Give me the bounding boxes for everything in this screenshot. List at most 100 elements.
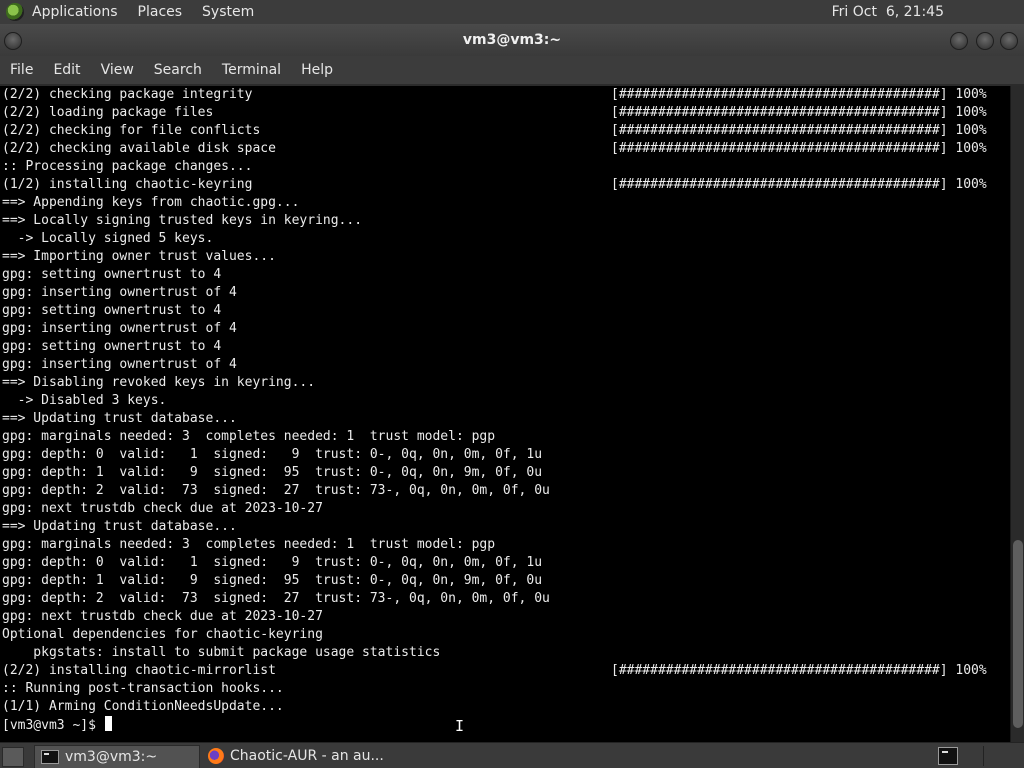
terminal-line: :: Running post-transaction hooks... [0,680,1010,698]
terminal-line-text: gpg: marginals needed: 3 completes neede… [2,429,496,444]
terminal-line: (2/2) checking available disk space [####… [0,140,1010,158]
scrollbar-thumb[interactable] [1013,540,1023,728]
menu-help[interactable]: Help [291,56,343,84]
terminal-line: gpg: next trustdb check due at 2023-10-2… [0,608,1010,626]
applications-menu[interactable]: Applications [32,0,118,24]
terminal-line-text: -> Disabled 3 keys. [2,393,167,408]
progress-bar-text: [#######################################… [611,141,987,156]
taskbar-item-terminal[interactable]: vm3@vm3:~ [34,745,200,768]
prompt-line[interactable]: [vm3@vm3 ~]$ [0,716,1010,734]
terminal-line-text: gpg: depth: 0 valid: 1 signed: 9 trust: … [2,447,543,462]
window-titlebar[interactable]: vm3@vm3:~ [0,24,1024,56]
terminal-line-text: gpg: inserting ownertrust of 4 [2,357,237,372]
terminal-line-text: gpg: setting ownertrust to 4 [2,267,222,282]
shell-prompt: [vm3@vm3 ~]$ [2,718,104,733]
terminal-output[interactable]: (2/2) checking package integrity [#######… [0,86,1010,742]
terminal-line: ==> Importing owner trust values... [0,248,1010,266]
terminal-line: gpg: inserting ownertrust of 4 [0,356,1010,374]
terminal-line: gpg: next trustdb check due at 2023-10-2… [0,500,1010,518]
minimize-button[interactable] [950,32,968,50]
bottom-panel: vm3@vm3:~ Chaotic-AUR - an au... [0,742,1024,768]
menubar: File Edit View Search Terminal Help [0,56,1024,84]
terminal-line-text: gpg: marginals needed: 3 completes neede… [2,537,496,552]
taskbar-item-firefox[interactable]: Chaotic-AUR - an au... [202,745,402,767]
window-title: vm3@vm3:~ [462,32,562,48]
progress-bar-text: [#######################################… [611,663,987,678]
terminal-line-text: (2/2) checking for file conflicts [2,123,261,138]
terminal-line: ==> Locally signing trusted keys in keyr… [0,212,1010,230]
terminal-line-text: pkgstats: install to submit package usag… [2,645,441,660]
clock[interactable]: Fri Oct 6, 21:45 [832,0,944,24]
terminal-line: :: Processing package changes... [0,158,1010,176]
terminal-scrollbar[interactable] [1010,86,1024,742]
menu-view[interactable]: View [91,56,144,84]
terminal-line: gpg: depth: 1 valid: 9 signed: 95 trust:… [0,572,1010,590]
terminal-line-text: (2/2) installing chaotic-mirrorlist [2,663,276,678]
menu-file[interactable]: File [0,56,43,84]
terminal-line: gpg: depth: 1 valid: 9 signed: 95 trust:… [0,464,1010,482]
terminal-line-text: gpg: next trustdb check due at 2023-10-2… [2,501,323,516]
close-button[interactable] [1000,32,1018,50]
terminal-line: gpg: depth: 2 valid: 73 signed: 27 trust… [0,590,1010,608]
distro-logo-icon[interactable] [6,3,24,21]
text-cursor [104,716,112,731]
terminal-line: pkgstats: install to submit package usag… [0,644,1010,662]
terminal-line-text: :: Processing package changes... [2,159,253,174]
terminal-line-text: ==> Disabling revoked keys in keyring... [2,375,316,390]
terminal-line: ==> Disabling revoked keys in keyring... [0,374,1010,392]
terminal-line: gpg: inserting ownertrust of 4 [0,320,1010,338]
terminal-line: -> Locally signed 5 keys. [0,230,1010,248]
terminal-line-text: gpg: next trustdb check due at 2023-10-2… [2,609,323,624]
terminal-line: ==> Updating trust database... [0,518,1010,536]
menu-search[interactable]: Search [144,56,212,84]
terminal-line: (2/2) installing chaotic-mirrorlist [####… [0,662,1010,680]
terminal-line-text: (1/1) Arming ConditionNeedsUpdate... [2,699,284,714]
terminal-line-text: gpg: depth: 1 valid: 9 signed: 95 trust:… [2,573,543,588]
places-menu[interactable]: Places [138,0,183,24]
terminal-line: gpg: depth: 2 valid: 73 signed: 27 trust… [0,482,1010,500]
terminal-line-text: gpg: depth: 1 valid: 9 signed: 95 trust:… [2,465,543,480]
terminal-line-text: (2/2) loading package files [2,105,214,120]
terminal-line: (2/2) checking for file conflicts [######… [0,122,1010,140]
terminal-line: (1/1) Arming ConditionNeedsUpdate... [0,698,1010,716]
window-menu-button[interactable] [4,32,22,50]
terminal-line-text: -> Locally signed 5 keys. [2,231,214,246]
terminal-line-text: gpg: inserting ownertrust of 4 [2,321,237,336]
show-desktop-icon[interactable] [2,747,24,767]
terminal-line-text: gpg: depth: 0 valid: 1 signed: 9 trust: … [2,555,543,570]
terminal-line: gpg: setting ownertrust to 4 [0,338,1010,356]
taskbar-item-label: Chaotic-AUR - an au... [230,748,384,764]
menu-terminal[interactable]: Terminal [212,56,291,84]
menu-edit[interactable]: Edit [43,56,90,84]
ibeam-cursor-icon: I [455,718,464,734]
tray-terminal-icon[interactable] [938,747,958,765]
desktop: Applications Places System Fri Oct 6, 21… [0,0,1024,768]
terminal-line: (2/2) checking package integrity [#######… [0,86,1010,104]
terminal-line: gpg: depth: 0 valid: 1 signed: 9 trust: … [0,554,1010,572]
terminal-line-text: (2/2) checking available disk space [2,141,276,156]
taskbar-item-label: vm3@vm3:~ [65,749,158,765]
maximize-button[interactable] [976,32,994,50]
progress-bar-text: [#######################################… [611,87,987,102]
terminal-line-text: :: Running post-transaction hooks... [2,681,284,696]
terminal-line-text: ==> Updating trust database... [2,411,237,426]
terminal-line-text: ==> Appending keys from chaotic.gpg... [2,195,300,210]
terminal-line: (2/2) loading package files [############… [0,104,1010,122]
terminal-line: Optional dependencies for chaotic-keyrin… [0,626,1010,644]
system-menu[interactable]: System [202,0,254,24]
firefox-icon [208,748,224,764]
progress-bar-text: [#######################################… [611,105,987,120]
terminal-icon [41,750,59,764]
terminal-line: ==> Updating trust database... [0,410,1010,428]
terminal-line-text: gpg: setting ownertrust to 4 [2,303,222,318]
terminal-line: gpg: setting ownertrust to 4 [0,266,1010,284]
top-panel: Applications Places System Fri Oct 6, 21… [0,0,1024,24]
terminal-line-text: Optional dependencies for chaotic-keyrin… [2,627,323,642]
terminal-line: gpg: marginals needed: 3 completes neede… [0,536,1010,554]
terminal-line: gpg: depth: 0 valid: 1 signed: 9 trust: … [0,446,1010,464]
terminal-line: -> Disabled 3 keys. [0,392,1010,410]
terminal-line-text: gpg: setting ownertrust to 4 [2,339,222,354]
terminal-line-text: (2/2) checking package integrity [2,87,253,102]
terminal-line-text: gpg: inserting ownertrust of 4 [2,285,237,300]
terminal-line: gpg: inserting ownertrust of 4 [0,284,1010,302]
